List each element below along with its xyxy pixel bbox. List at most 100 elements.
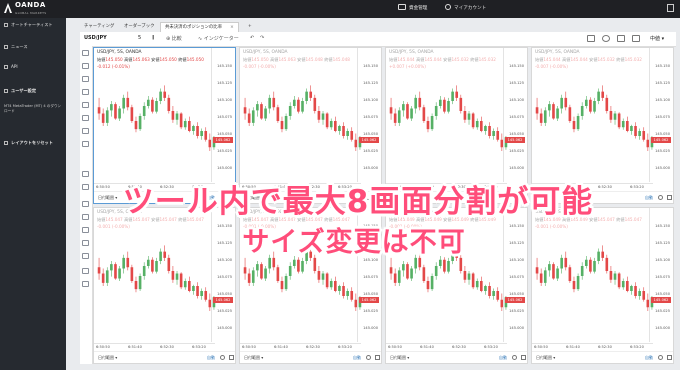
sidebar-item-mt4-download[interactable]: MT4 MetaTrader (MT) 4 のダウンロード — [4, 104, 62, 114]
candle-body — [251, 110, 255, 123]
price-axis[interactable]: 145.150 145.125 145.100 145.075 145.050 145.0… — [503, 48, 526, 182]
price-axis[interactable]: 145.150 145.125 145.100 145.075 145.050 145.0… — [357, 48, 380, 182]
redo-icon[interactable]: ↷ — [260, 35, 264, 41]
price-axis[interactable]: 145.150 145.125 145.100 145.075 145.050 145.0… — [649, 48, 672, 182]
sidebar-item-api[interactable]: API — [4, 64, 62, 70]
sidebar-item-label: API — [11, 64, 18, 69]
pane-settings-icon[interactable] — [658, 355, 663, 360]
pane-fullscreen-icon[interactable] — [229, 355, 234, 360]
candle-body — [426, 121, 430, 130]
symbol-selector[interactable]: USD/JPY — [84, 35, 107, 41]
tab-bar: チャーティング オーダーブック 共未決済のポジションの比率 × + — [80, 22, 676, 32]
price-tick: 145.025 — [363, 309, 378, 313]
candle-body — [634, 126, 637, 136]
candle-body — [414, 97, 417, 109]
indicators-button[interactable]: ∿ インジケーター — [198, 35, 239, 42]
price-tick: 145.075 — [509, 115, 524, 119]
undo-icon[interactable]: ↶ — [250, 35, 254, 41]
tab-charting[interactable]: チャーティング — [80, 22, 118, 32]
tab-position-ratio[interactable]: 共未決済のポジションの比率 × — [160, 22, 239, 32]
pane-settings-icon[interactable] — [512, 355, 517, 360]
settings-gear-icon[interactable] — [602, 35, 610, 42]
candle-body — [609, 111, 613, 120]
fullscreen-icon[interactable] — [617, 35, 625, 42]
price-axis[interactable]: 145.150 145.125 145.100 145.075 145.050 145.0… — [211, 48, 234, 182]
wallet-icon — [398, 4, 406, 10]
candle-style-icon[interactable]: ⫼ — [152, 35, 154, 41]
pitchfork-icon[interactable] — [82, 76, 89, 82]
snapshot-icon[interactable] — [632, 35, 640, 42]
candle-body — [280, 121, 284, 130]
candle-body — [179, 273, 183, 288]
candle-body — [459, 257, 463, 271]
auto-scale-button[interactable]: 自動 — [353, 355, 361, 361]
pattern-icon[interactable] — [82, 115, 89, 121]
candle-body — [535, 107, 539, 114]
candle-body — [264, 268, 267, 279]
price-tick: 145.100 — [509, 98, 524, 102]
close-tab-icon[interactable]: × — [230, 25, 234, 30]
candle-body — [589, 99, 592, 112]
pane-fullscreen-icon[interactable] — [375, 355, 380, 360]
candle-body — [422, 107, 426, 121]
pane-change: +0.007 (+0.00%) — [389, 64, 426, 69]
tab-order-book[interactable]: オーダーブック — [120, 22, 158, 32]
compare-button[interactable]: ⊕ 比較 — [166, 35, 182, 42]
funds-management-link[interactable]: 資金管理 — [398, 4, 427, 11]
candle-body — [496, 291, 500, 300]
price-tick: 145.025 — [509, 309, 524, 313]
price-tick: 145.150 — [509, 64, 524, 68]
candle-body — [167, 97, 171, 111]
pane-settings-icon[interactable] — [366, 355, 371, 360]
prediction-icon[interactable] — [82, 128, 89, 134]
price-tick: 145.075 — [363, 115, 378, 119]
pane-fullscreen-icon[interactable] — [667, 355, 672, 360]
layout-grid-icon[interactable] — [587, 35, 595, 42]
api-icon — [4, 65, 8, 69]
candle-body — [297, 99, 300, 112]
auto-scale-button[interactable]: 自動 — [499, 355, 507, 361]
interval-selector[interactable]: 5 — [138, 35, 141, 41]
date-range-button[interactable]: 日付範囲 ▾ — [536, 355, 555, 361]
pane-footer: 日付範囲 ▾ 自動 — [532, 351, 673, 363]
crosshair-icon[interactable] — [82, 50, 89, 56]
low-label: 安値 — [151, 57, 160, 62]
my-account-link[interactable]: マイアカウント — [445, 4, 486, 11]
candle-body — [334, 121, 337, 131]
pane-settings-icon[interactable] — [220, 355, 225, 360]
logout-icon[interactable] — [667, 4, 674, 12]
trendline-icon[interactable] — [82, 63, 89, 69]
close-label: 終値 — [324, 57, 333, 62]
tab-label: チャーティング — [84, 24, 115, 29]
date-range-button[interactable]: 日付範囲 ▾ — [390, 355, 409, 361]
time-tick: 6:51:40 — [420, 345, 434, 349]
auto-scale-button[interactable]: 自動 — [645, 355, 653, 361]
candle-body — [105, 110, 109, 123]
candle-body — [626, 281, 629, 291]
candle-body — [488, 126, 491, 136]
date-range-button[interactable]: 日付範囲 ▾ — [98, 355, 117, 361]
arrow-left-icon[interactable] — [82, 141, 89, 147]
sidebar-item-user-settings[interactable]: ユーザー設定 — [4, 88, 62, 94]
candle-body — [264, 108, 267, 119]
auto-scale-button[interactable]: 自動 — [207, 355, 215, 361]
sidebar-item-autochartist[interactable]: オートチャーティスト — [4, 22, 62, 28]
caption-line-1: ツール内で最大8画面分割が可能 — [122, 184, 594, 220]
price-mode-selector[interactable]: 中値 ▾ — [650, 35, 664, 42]
sidebar-item-news[interactable]: ニュース — [4, 44, 62, 50]
pane-fullscreen-icon[interactable] — [521, 355, 526, 360]
oanda-logo[interactable]: OANDA GLOBAL MARKETS — [4, 2, 46, 16]
candle-body — [284, 276, 288, 290]
text-icon[interactable] — [82, 102, 89, 108]
sidebar-item-reset-layout[interactable]: レイアウトをリセット — [4, 140, 62, 146]
candle-body — [471, 273, 475, 288]
add-tab-icon[interactable]: + — [244, 22, 256, 32]
candle-body — [584, 99, 588, 106]
layers-icon[interactable] — [82, 268, 89, 274]
candle-body — [288, 266, 292, 276]
candle-body — [630, 286, 633, 291]
brush-icon[interactable] — [82, 89, 89, 95]
trash-icon[interactable] — [82, 281, 89, 287]
candle-body — [471, 113, 475, 128]
date-range-button[interactable]: 日付範囲 ▾ — [244, 355, 263, 361]
